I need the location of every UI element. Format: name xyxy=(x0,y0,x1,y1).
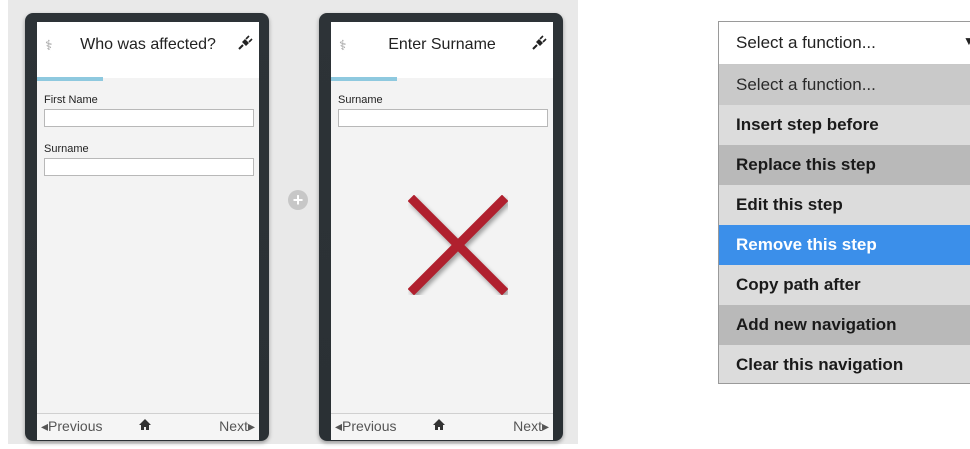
surname-input[interactable] xyxy=(44,158,254,176)
step-navbar: ◂Previous Next▸ xyxy=(37,413,259,440)
phone-screen: ⚕ Who was affected? First Name Surname ◂… xyxy=(37,22,259,440)
home-icon[interactable] xyxy=(138,418,152,434)
field-label-first-name: First Name xyxy=(44,94,98,106)
option-insert-step-before[interactable]: Insert step before xyxy=(719,105,970,145)
step-navbar: ◂Previous Next▸ xyxy=(331,413,553,440)
caduceus-icon: ⚕ xyxy=(339,37,347,53)
progress-bar xyxy=(331,77,397,81)
previous-button[interactable]: ◂Previous xyxy=(41,418,103,435)
step-title: Who was affected? xyxy=(80,36,216,53)
home-icon[interactable] xyxy=(432,418,446,434)
previous-button[interactable]: ◂Previous xyxy=(335,418,397,435)
first-name-input[interactable] xyxy=(44,109,254,127)
plug-icon[interactable] xyxy=(237,35,253,56)
flow-canvas: ⚕ Who was affected? First Name Surname ◂… xyxy=(8,0,578,444)
option-replace-this-step[interactable]: Replace this step xyxy=(719,145,970,185)
phone-step-who-affected[interactable]: ⚕ Who was affected? First Name Surname ◂… xyxy=(25,13,269,441)
option-copy-path-after[interactable]: Copy path after xyxy=(719,265,970,305)
option-add-new-navigation[interactable]: Add new navigation xyxy=(719,305,970,345)
remove-x-mark xyxy=(408,195,508,295)
plug-icon[interactable] xyxy=(531,35,547,56)
step-header: ⚕ Who was affected? xyxy=(37,22,259,78)
surname-input[interactable] xyxy=(338,109,548,127)
step-title: Enter Surname xyxy=(388,36,496,53)
field-label-surname: Surname xyxy=(338,94,383,106)
option-edit-this-step[interactable]: Edit this step xyxy=(719,185,970,225)
dropdown-arrow-icon[interactable]: ▼ xyxy=(963,34,970,48)
step-header: ⚕ Enter Surname xyxy=(331,22,553,78)
field-label-surname: Surname xyxy=(44,143,89,155)
select-value: Select a function... xyxy=(736,33,876,52)
progress-bar xyxy=(37,77,103,81)
option-select-a-function[interactable]: Select a function... xyxy=(719,65,970,105)
option-remove-this-step[interactable]: Remove this step xyxy=(719,225,970,265)
caduceus-icon: ⚕ xyxy=(45,37,53,53)
function-dropdown[interactable]: Select a function... ▼ Select a function… xyxy=(718,21,970,384)
function-select[interactable]: Select a function... ▼ xyxy=(719,22,970,65)
next-button[interactable]: Next▸ xyxy=(219,418,255,435)
next-button[interactable]: Next▸ xyxy=(513,418,549,435)
plus-circle-icon[interactable]: + xyxy=(288,190,308,210)
option-clear-this-navigation[interactable]: Clear this navigation xyxy=(719,345,970,383)
